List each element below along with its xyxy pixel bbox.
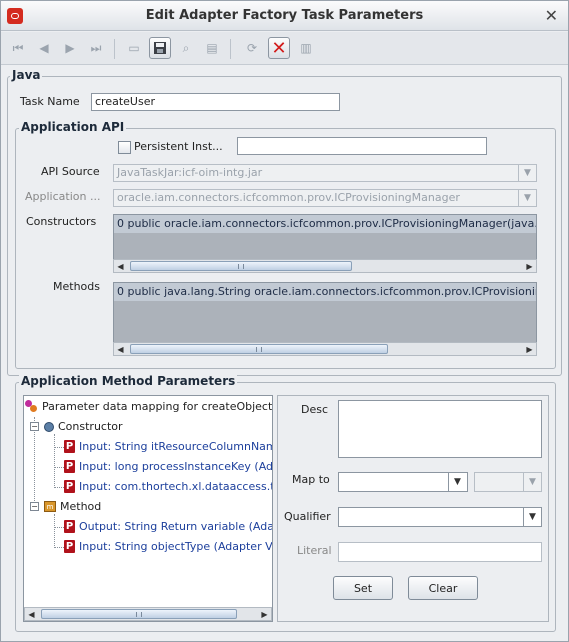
list-item[interactable]: 0 public java.lang.String oracle.iam.con… [114,283,536,301]
scroll-right-icon[interactable]: ▶ [523,343,536,355]
window-title: Edit Adapter Factory Task Parameters [145,8,424,23]
task-name-label: Task Name [20,95,80,108]
scroll-left-icon[interactable]: ◀ [25,608,38,620]
tree-node-method[interactable]: m Method [44,500,101,513]
literal-label: Literal [297,544,332,557]
scroll-right-icon[interactable]: ▶ [523,260,536,272]
java-legend: Java [10,68,43,82]
tree-leaf-label: Input: String itResourceColumnNam [79,440,273,453]
tree-leaf-label: Output: String Return variable (Ada [79,520,273,533]
tree-leaf-label: Input: String objectType (Adapter V [79,540,273,553]
scrollbar-thumb[interactable] [130,261,352,271]
scroll-left-icon[interactable]: ◀ [114,260,127,272]
literal-input[interactable] [338,542,542,562]
application-combo[interactable]: oracle.iam.connectors.icfcommon.prov.ICP… [113,189,537,207]
constructors-list[interactable]: 0 public oracle.iam.connectors.icfcommon… [113,214,537,260]
map-to-label: Map to [292,473,330,486]
close-icon[interactable]: ✕ [545,6,558,25]
gears-icon [25,400,38,413]
dialog-window: Edit Adapter Factory Task Parameters ✕ ⏮… [0,0,569,642]
tree-root[interactable]: Parameter data mapping for createObject … [25,400,273,413]
parameter-icon: P [64,480,75,493]
parameter-icon: P [64,520,75,533]
new-document-icon[interactable]: ▭ [123,37,145,59]
api-source-label: API Source [41,165,100,178]
qualifier-combo[interactable] [338,507,542,527]
tree-leaf[interactable]: P Input: String objectType (Adapter V [64,540,273,553]
tree-leaf[interactable]: P Input: String itResourceColumnNam [64,440,273,453]
scroll-right-icon[interactable]: ▶ [258,608,271,620]
delete-icon[interactable]: ✕ [268,37,290,59]
set-button[interactable]: Set [333,576,393,600]
methods-label: Methods [53,280,100,293]
application-value: oracle.iam.connectors.icfcommon.prov.ICP… [117,191,460,204]
collapse-icon[interactable]: − [30,502,39,511]
application-label: Application ... [25,190,101,203]
tree-node-label: Constructor [58,420,123,433]
clear-button[interactable]: Clear [408,576,478,600]
constructors-scrollbar[interactable]: ◀ ▶ [113,259,537,273]
persistent-instance-input[interactable] [237,137,487,155]
chevron-down-icon[interactable]: ▼ [518,164,536,182]
trash-icon[interactable]: ▥ [295,37,317,59]
chevron-down-icon[interactable]: ▼ [518,189,536,207]
last-record-icon[interactable]: ⏭ [85,37,107,59]
tree-node-constructor[interactable]: Constructor [44,420,123,433]
parameter-icon: P [64,460,75,473]
scroll-left-icon[interactable]: ◀ [114,343,127,355]
parameter-tree[interactable]: Parameter data mapping for createObject … [23,395,273,622]
api-source-combo[interactable]: JavaTaskJar:icf-oim-intg.jar [113,164,537,182]
qualifier-label: Qualifier [284,510,331,523]
tree-leaf-label: Input: long processInstanceKey (Ad [79,460,273,473]
refresh-icon[interactable]: ⟳ [241,37,263,59]
previous-record-icon[interactable]: ◀ [33,37,55,59]
tree-node-label: Method [60,500,102,513]
methods-list[interactable]: 0 public java.lang.String oracle.iam.con… [113,282,537,343]
tree-leaf[interactable]: P Input: com.thortech.xl.dataaccess.tc [64,480,273,493]
tree-leaf[interactable]: P Output: String Return variable (Ada [64,520,273,533]
tree-leaf-label: Input: com.thortech.xl.dataaccess.tc [79,480,273,493]
next-record-icon[interactable]: ▶ [59,37,81,59]
find-icon[interactable]: ⌕ [175,37,197,59]
desc-textarea[interactable] [338,400,542,458]
scrollbar-thumb[interactable] [41,609,237,619]
application-api-legend: Application API [19,120,127,134]
chevron-down-icon[interactable]: ▼ [523,508,541,526]
persistent-instance-checkbox[interactable] [118,141,131,154]
method-icon: m [44,501,56,512]
desc-label: Desc [301,403,329,416]
constructors-label: Constructors [26,215,97,228]
constructor-icon [44,421,54,432]
toolbar: ⏮ ◀ ▶ ⏭ ▭ ⌕ ▤ ⟳ ✕ ▥ [1,32,568,65]
chevron-down-icon[interactable]: ▼ [448,473,466,491]
scrollbar-thumb[interactable] [130,344,388,354]
api-source-value: JavaTaskJar:icf-oim-intg.jar [117,166,263,179]
chevron-down-icon[interactable]: ▼ [523,473,541,491]
parameter-icon: P [64,540,75,553]
first-record-icon[interactable]: ⏮ [7,37,29,59]
list-item[interactable]: 0 public oracle.iam.connectors.icfcommon… [114,215,536,233]
tree-root-label: Parameter data mapping for createObject … [42,400,273,413]
parameter-icon: P [64,440,75,453]
tree-leaf[interactable]: P Input: long processInstanceKey (Ad [64,460,273,473]
tree-scrollbar[interactable]: ◀ ▶ [24,607,272,621]
save-icon[interactable] [149,37,171,59]
method-parameters-legend: Application Method Parameters [19,374,238,388]
collapse-icon[interactable]: − [30,422,39,431]
query-icon[interactable]: ▤ [201,37,223,59]
title-bar[interactable]: Edit Adapter Factory Task Parameters ✕ [1,1,568,31]
task-name-input[interactable]: createUser [91,93,340,111]
methods-scrollbar[interactable]: ◀ ▶ [113,342,537,356]
persistent-instance-label: Persistent Inst... [134,140,223,153]
